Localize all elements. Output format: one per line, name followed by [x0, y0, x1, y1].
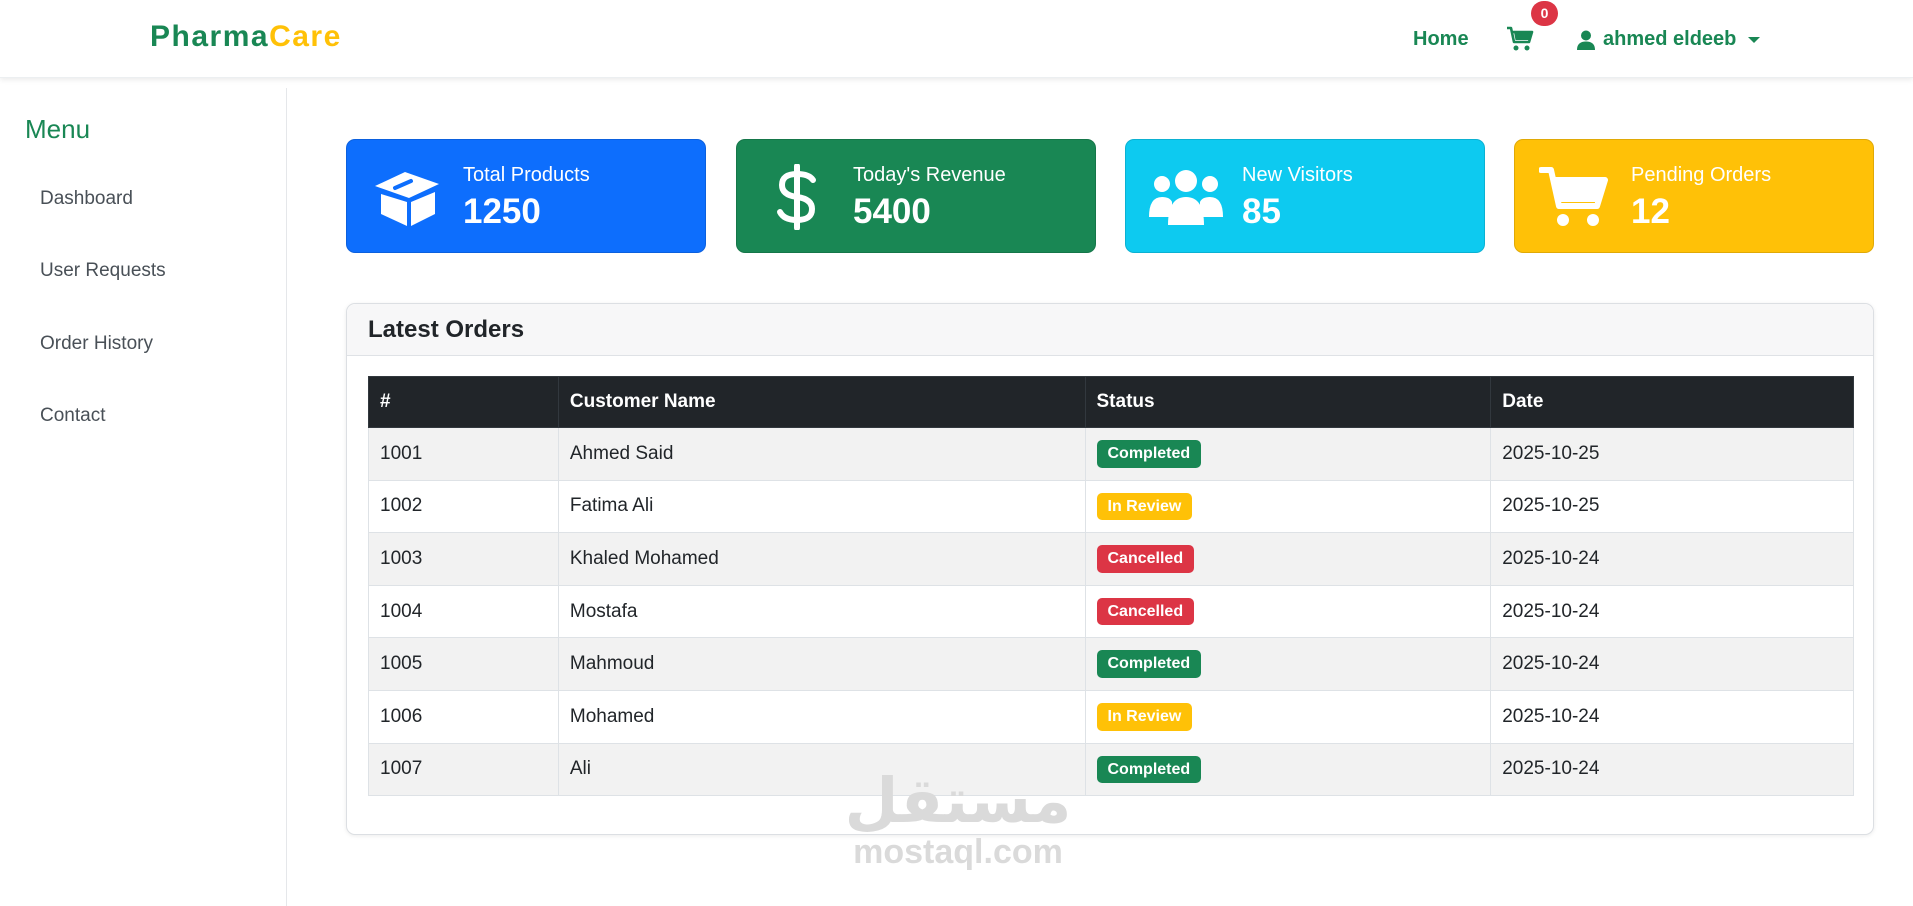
order-id: 1004 — [368, 584, 559, 639]
stat-label: Today's Revenue — [853, 164, 1006, 186]
stat-card-pending-orders: Pending Orders 12 — [1514, 139, 1874, 253]
order-date: 2025-10-25 — [1490, 427, 1854, 481]
cart-count-badge: 0 — [1531, 1, 1558, 26]
nav-home-link[interactable]: Home — [1413, 28, 1469, 51]
chevron-down-icon — [1748, 36, 1761, 43]
stat-value: 85 — [1242, 192, 1281, 231]
stat-value: 5400 — [853, 192, 931, 231]
watermark: مستقل mostaql.com — [838, 770, 1078, 872]
dollar-icon — [759, 162, 835, 232]
customer-name: Mostafa — [557, 584, 1086, 639]
order-id: 1003 — [368, 532, 559, 586]
customer-name: Fatima Ali — [557, 479, 1086, 534]
order-date: 2025-10-24 — [1490, 689, 1854, 744]
column-header-date: Date — [1490, 376, 1854, 428]
stat-card-todays-revenue: Today's Revenue 5400 — [736, 139, 1096, 253]
table-row[interactable]: 1004 Mostafa Cancelled 2025-10-24 — [368, 584, 1854, 639]
table-row[interactable]: 1006 Mohamed In Review 2025-10-24 — [368, 689, 1854, 744]
status-badge: Completed — [1096, 755, 1202, 784]
order-id: 1006 — [368, 689, 559, 744]
stat-card-new-visitors: New Visitors 85 — [1125, 139, 1485, 253]
latest-orders-title: Latest Orders — [368, 316, 525, 343]
orders-table: # Customer Name Status Date 1001 Ahmed S… — [368, 376, 1854, 797]
customer-name: Khaled Mohamed — [557, 532, 1086, 586]
table-row[interactable]: 1007 Ali Completed 2025-10-24 — [368, 742, 1854, 797]
stat-label: New Visitors — [1242, 164, 1353, 186]
stat-label: Total Products — [463, 164, 590, 186]
customer-name: Mohamed — [557, 689, 1086, 744]
table-row[interactable]: 1005 Mahmoud Completed 2025-10-24 — [368, 637, 1854, 691]
table-row[interactable]: 1001 Ahmed Said Completed 2025-10-25 — [368, 427, 1854, 481]
latest-orders-card: Latest Orders # Customer Name Status Dat… — [346, 303, 1874, 835]
column-header-id: # — [368, 376, 559, 428]
brand-logo[interactable]: PharmaCare — [150, 20, 342, 54]
order-date: 2025-10-24 — [1490, 742, 1854, 797]
user-name: ahmed eldeeb — [1603, 28, 1737, 50]
latest-orders-header — [347, 304, 1873, 356]
customer-name: Mahmoud — [557, 637, 1086, 691]
column-header-status: Status — [1084, 376, 1492, 428]
order-id: 1007 — [368, 742, 559, 797]
brand-part-1: Pharma — [150, 20, 270, 53]
status-badge: In Review — [1096, 492, 1193, 521]
top-navbar: PharmaCare Home 0 ahmed eldeeb — [0, 0, 1913, 78]
sidebar-item-user-requests[interactable]: User Requests — [40, 260, 166, 282]
stat-card-total-products: Total Products 1250 — [346, 139, 706, 253]
cart-icon[interactable] — [1506, 26, 1534, 52]
status-badge: Cancelled — [1096, 545, 1195, 573]
stat-value: 1250 — [463, 192, 541, 231]
cart-icon — [1537, 162, 1613, 232]
stat-label: Pending Orders — [1631, 164, 1772, 186]
status-badge: Cancelled — [1096, 597, 1195, 626]
order-date: 2025-10-24 — [1490, 584, 1854, 639]
order-date: 2025-10-24 — [1490, 637, 1854, 691]
status-badge: Completed — [1096, 440, 1202, 468]
user-menu-dropdown[interactable]: ahmed eldeeb — [1577, 28, 1761, 51]
table-row[interactable]: 1002 Fatima Ali In Review 2025-10-25 — [368, 479, 1854, 534]
sidebar-item-contact[interactable]: Contact — [40, 405, 105, 427]
status-badge: Completed — [1096, 650, 1202, 678]
order-date: 2025-10-24 — [1490, 532, 1854, 586]
order-id: 1001 — [368, 427, 559, 481]
brand-part-2: Care — [269, 20, 342, 53]
sidebar-item-dashboard[interactable]: Dashboard — [40, 188, 133, 210]
status-badge: In Review — [1096, 702, 1193, 731]
watermark-latin: mostaql.com — [853, 833, 1063, 871]
watermark-arabic: مستقل — [844, 764, 1072, 837]
user-icon — [1577, 30, 1595, 50]
stat-value: 12 — [1631, 192, 1670, 231]
sidebar: Menu Dashboard User Requests Order Histo… — [0, 88, 287, 906]
users-icon — [1148, 162, 1224, 232]
order-id: 1005 — [368, 637, 559, 691]
sidebar-item-order-history[interactable]: Order History — [40, 333, 153, 355]
order-id: 1002 — [368, 479, 559, 534]
column-header-customer-name: Customer Name — [557, 376, 1086, 428]
table-header-row: # Customer Name Status Date — [368, 376, 1854, 428]
box-icon — [369, 162, 445, 232]
order-date: 2025-10-25 — [1490, 479, 1854, 534]
table-row[interactable]: 1003 Khaled Mohamed Cancelled 2025-10-24 — [368, 532, 1854, 586]
customer-name: Ahmed Said — [557, 427, 1086, 481]
sidebar-title: Menu — [25, 114, 91, 144]
